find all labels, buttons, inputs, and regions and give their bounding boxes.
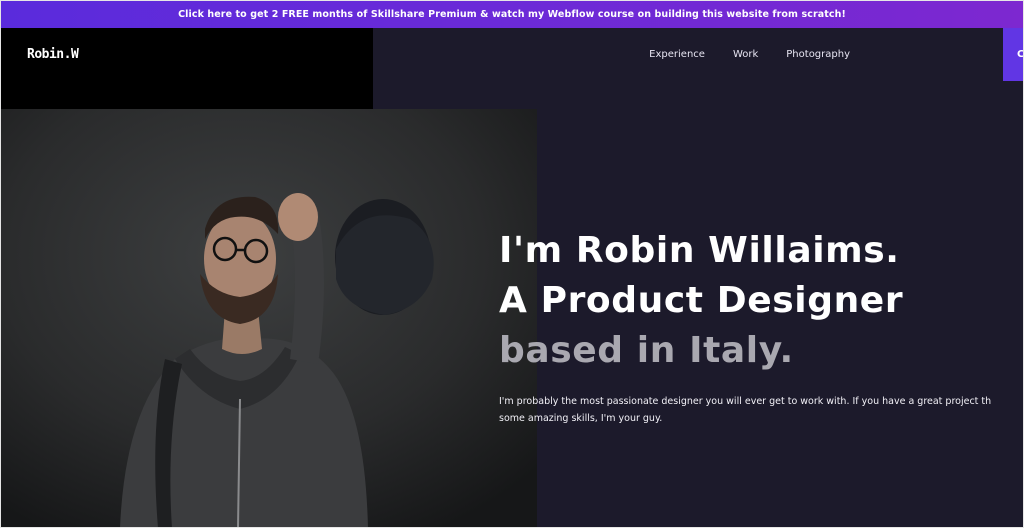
promo-banner[interactable]: Click here to get 2 FREE months of Skill… — [0, 0, 1024, 28]
nav-link-work[interactable]: Work — [733, 49, 758, 60]
header-logo-block — [0, 28, 373, 109]
hero-headline-line2: A Product Designer — [499, 280, 904, 321]
hero-headline-line3: based in Italy. — [499, 330, 794, 371]
hero-headline: I'm Robin Willaims. A Product Designer b… — [499, 226, 903, 376]
main-nav: Experience Work Photography — [621, 28, 850, 80]
site-logo[interactable]: Robin.W — [27, 47, 79, 62]
hero-description-line2: some amazing skills, I'm your guy. — [499, 413, 663, 424]
nav-link-experience[interactable]: Experience — [649, 49, 705, 60]
promo-banner-text[interactable]: Click here to get 2 FREE months of Skill… — [178, 9, 846, 20]
nav-link-photography[interactable]: Photography — [786, 49, 850, 60]
hero-portrait-photo — [0, 109, 537, 528]
hero-headline-line1: I'm Robin Willaims. — [499, 230, 900, 271]
contact-button[interactable]: C — [1003, 28, 1024, 81]
hero-description-line1: I'm probably the most passionate designe… — [499, 396, 992, 407]
contact-button-label: C — [1017, 49, 1024, 60]
portrait-illustration — [0, 109, 537, 528]
hero-description: I'm probably the most passionate designe… — [499, 393, 1024, 427]
